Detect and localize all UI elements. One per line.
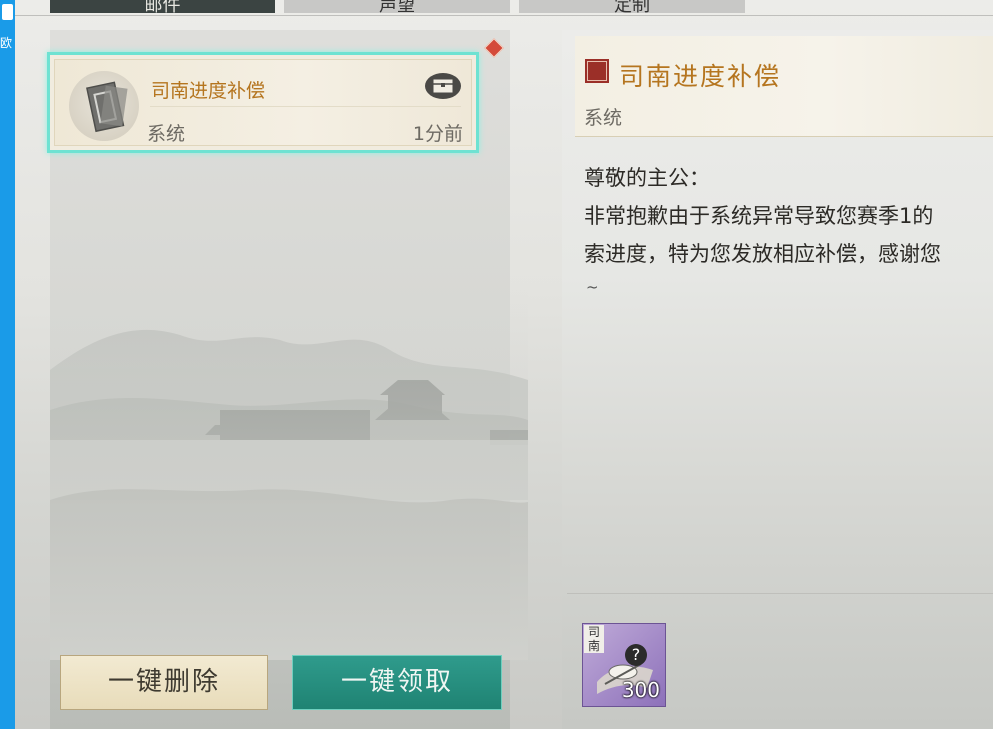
mail-item-title: 司南进度补偿 xyxy=(151,80,266,102)
scenery-background xyxy=(50,280,528,660)
detail-title: 司南进度补偿 xyxy=(619,62,782,91)
tab-custom[interactable]: 定制 xyxy=(519,0,745,13)
reward-label: 司南 xyxy=(584,625,604,653)
delete-all-button[interactable]: 一键删除 xyxy=(60,655,268,710)
claim-all-button[interactable]: 一键领取 xyxy=(292,655,502,710)
mail-item-sender: 系统 xyxy=(147,123,186,145)
card-icon xyxy=(86,81,128,133)
desktop-tag-icon xyxy=(2,4,13,20)
detail-sender: 系统 xyxy=(584,107,623,129)
mail-item-inner: 司南进度补偿 系统 1分前 xyxy=(54,59,472,146)
detail-body-line: 索进度，特为您发放相应补偿，感谢您 xyxy=(584,242,941,266)
mail-sender-avatar xyxy=(69,71,139,141)
detail-closing: ~ xyxy=(586,278,599,296)
detail-body: 尊敬的主公： 非常抱歉由于系统异常导致您赛季1的 索进度，特为您发放相应补偿，感… xyxy=(584,159,941,273)
mail-item-time: 1分前 xyxy=(412,123,463,145)
reward-count: 300 xyxy=(621,678,660,702)
mail-list-item[interactable]: 司南进度补偿 系统 1分前 xyxy=(47,52,479,153)
reward-item[interactable]: 司南 ? 300 xyxy=(582,623,666,707)
desktop-strip: 欧 xyxy=(0,0,15,729)
seal-icon xyxy=(585,59,609,83)
desktop-side-text: 欧 xyxy=(0,36,13,50)
attachment-chest-icon xyxy=(425,73,461,99)
tab-reputation[interactable]: 声望 xyxy=(284,0,510,13)
tab-divider xyxy=(15,15,993,16)
detail-body-line: 非常抱歉由于系统异常导致您赛季1的 xyxy=(584,204,934,228)
mail-item-divider xyxy=(150,106,461,107)
tab-mail[interactable]: 邮件 xyxy=(50,0,275,13)
question-mark-icon: ? xyxy=(625,644,647,666)
attachment-divider xyxy=(567,593,993,594)
detail-greeting: 尊敬的主公： xyxy=(584,166,710,190)
